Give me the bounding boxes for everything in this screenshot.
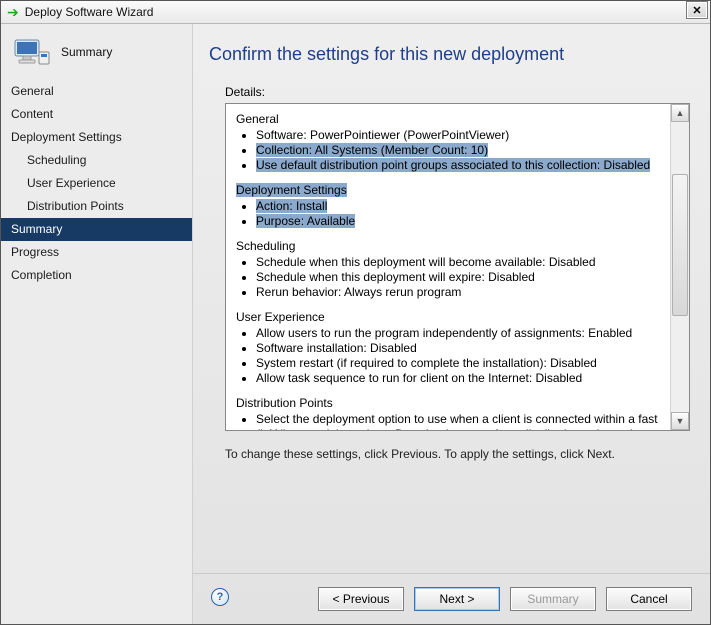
main-panel: Confirm the settings for this new deploy… bbox=[193, 24, 710, 624]
list-item: Action: Install bbox=[256, 199, 665, 214]
list-item: System restart (if required to complete … bbox=[256, 356, 665, 371]
scroll-up-arrow-icon[interactable]: ▲ bbox=[671, 104, 689, 122]
next-button[interactable]: Next > bbox=[414, 587, 500, 611]
list-item: Select the deployment option to use when… bbox=[256, 412, 665, 430]
nav-item-scheduling[interactable]: Scheduling bbox=[1, 149, 192, 172]
previous-button[interactable]: < Previous bbox=[318, 587, 404, 611]
list-item: Schedule when this deployment will expir… bbox=[256, 270, 665, 285]
scroll-down-arrow-icon[interactable]: ▼ bbox=[671, 412, 689, 430]
nav-item-progress[interactable]: Progress bbox=[1, 241, 192, 264]
window-title: Deploy Software Wizard bbox=[25, 5, 686, 19]
summary-button[interactable]: Summary bbox=[510, 587, 596, 611]
details-section: Distribution PointsSelect the deployment… bbox=[236, 396, 665, 430]
wizard-window: ➔ Deploy Software Wizard ✕ Summary Gener… bbox=[0, 0, 711, 625]
wizard-header: Summary bbox=[1, 30, 192, 76]
wizard-body: Summary GeneralContentDeployment Setting… bbox=[1, 24, 710, 624]
section-title: General bbox=[236, 112, 665, 127]
section-list: Allow users to run the program independe… bbox=[236, 326, 665, 386]
section-title: Deployment Settings bbox=[236, 183, 665, 198]
list-item: Allow task sequence to run for client on… bbox=[256, 371, 665, 386]
section-list: Select the deployment option to use when… bbox=[236, 412, 665, 430]
list-item: Collection: All Systems (Member Count: 1… bbox=[256, 143, 665, 158]
section-title: Scheduling bbox=[236, 239, 665, 254]
app-arrow-icon: ➔ bbox=[7, 5, 19, 19]
close-icon: ✕ bbox=[692, 4, 701, 17]
nav-item-content[interactable]: Content bbox=[1, 103, 192, 126]
titlebar: ➔ Deploy Software Wizard ✕ bbox=[1, 1, 710, 24]
section-list: Action: InstallPurpose: Available bbox=[236, 199, 665, 229]
list-item: Software installation: Disabled bbox=[256, 341, 665, 356]
sidebar: Summary GeneralContentDeployment Setting… bbox=[1, 24, 193, 624]
section-title: Distribution Points bbox=[236, 396, 665, 411]
details-section: User ExperienceAllow users to run the pr… bbox=[236, 310, 665, 386]
nav-item-completion[interactable]: Completion bbox=[1, 264, 192, 287]
list-item: Use default distribution point groups as… bbox=[256, 158, 665, 173]
list-item: Software: PowerPointiewer (PowerPointVie… bbox=[256, 128, 665, 143]
close-button[interactable]: ✕ bbox=[686, 1, 708, 19]
list-item: Allow users to run the program independe… bbox=[256, 326, 665, 341]
list-item: Schedule when this deployment will becom… bbox=[256, 255, 665, 270]
nav-item-distribution-points[interactable]: Distribution Points bbox=[1, 195, 192, 218]
details-section: GeneralSoftware: PowerPointiewer (PowerP… bbox=[236, 112, 665, 173]
nav-item-general[interactable]: General bbox=[1, 80, 192, 103]
section-list: Software: PowerPointiewer (PowerPointVie… bbox=[236, 128, 665, 173]
details-section: Deployment SettingsAction: InstallPurpos… bbox=[236, 183, 665, 229]
list-item: Rerun behavior: Always rerun program bbox=[256, 285, 665, 300]
nav-item-summary[interactable]: Summary bbox=[1, 218, 192, 241]
list-item: Purpose: Available bbox=[256, 214, 665, 229]
computer-deploy-icon bbox=[11, 34, 51, 70]
details-section: SchedulingSchedule when this deployment … bbox=[236, 239, 665, 300]
scroll-thumb[interactable] bbox=[672, 174, 688, 316]
cancel-button[interactable]: Cancel bbox=[606, 587, 692, 611]
details-box: GeneralSoftware: PowerPointiewer (PowerP… bbox=[225, 103, 690, 431]
details-label: Details: bbox=[225, 85, 690, 99]
details-content: GeneralSoftware: PowerPointiewer (PowerP… bbox=[226, 104, 671, 430]
wizard-nav: GeneralContentDeployment SettingsSchedul… bbox=[1, 80, 192, 287]
help-icon[interactable]: ? bbox=[211, 588, 229, 606]
vertical-scrollbar[interactable]: ▲ ▼ bbox=[670, 104, 689, 430]
page-heading: Confirm the settings for this new deploy… bbox=[209, 44, 690, 65]
section-title: User Experience bbox=[236, 310, 665, 325]
footer: < Previous Next > Summary Cancel bbox=[193, 573, 710, 624]
hint-text: To change these settings, click Previous… bbox=[225, 447, 690, 461]
nav-item-deployment-settings[interactable]: Deployment Settings bbox=[1, 126, 192, 149]
section-list: Schedule when this deployment will becom… bbox=[236, 255, 665, 300]
nav-item-user-experience[interactable]: User Experience bbox=[1, 172, 192, 195]
wizard-page-name: Summary bbox=[61, 45, 112, 59]
